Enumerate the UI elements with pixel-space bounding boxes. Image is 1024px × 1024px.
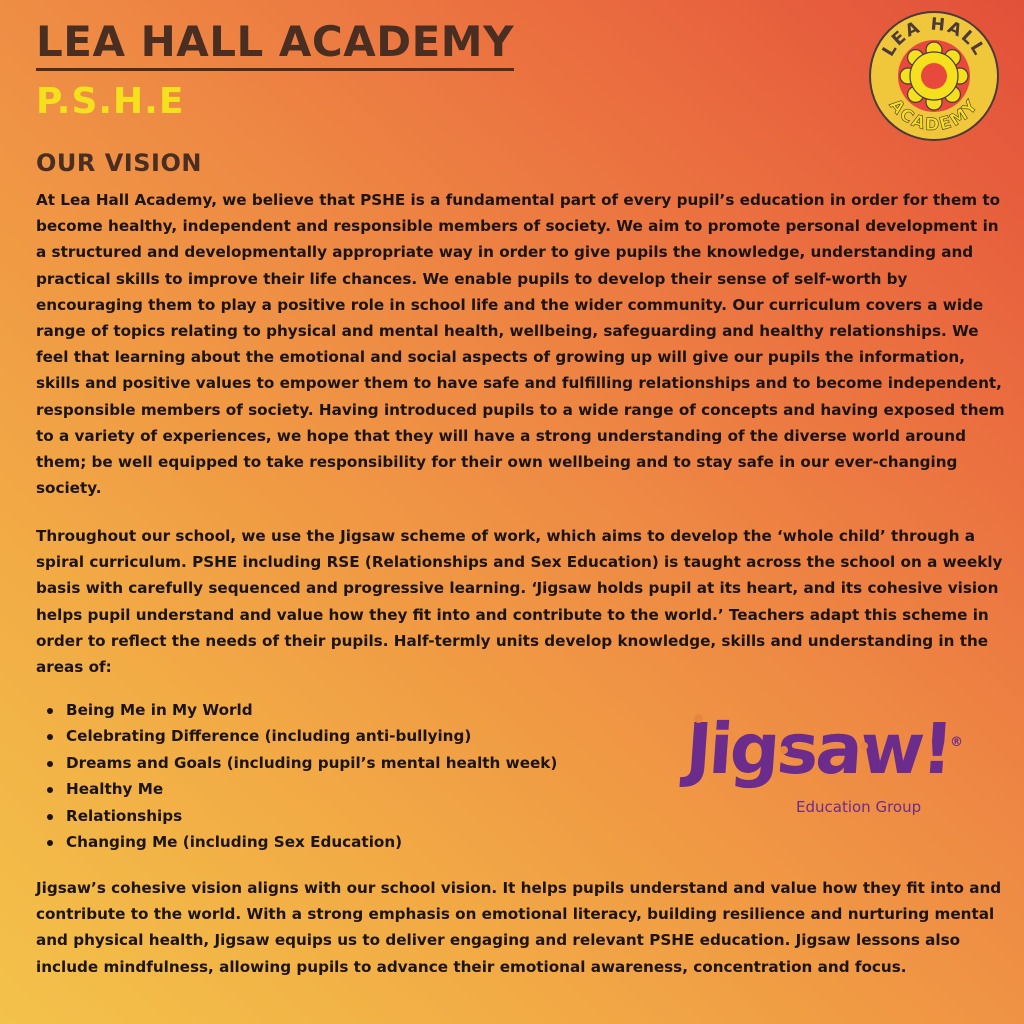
list-item: Changing Me (including Sex Education)	[46, 829, 557, 855]
list-item: Relationships	[46, 803, 557, 829]
topic-list: Being Me in My World Celebrating Differe…	[36, 697, 557, 855]
puzzle-piece-icon	[860, 742, 868, 750]
vision-paragraph-3: Jigsaw’s cohesive vision aligns with our…	[36, 879, 1002, 976]
vision-heading: OUR VISION	[36, 149, 202, 177]
vision-paragraph-1: At Lea Hall Academy, we believe that PSH…	[36, 191, 1005, 498]
vision-paragraph-2: Throughout our school, we use the Jigsaw…	[36, 527, 1003, 677]
registered-mark: ®	[950, 735, 963, 750]
list-item: Celebrating Difference (including anti-b…	[46, 723, 557, 749]
jigsaw-logo: Jigsaw! ® Education Group	[683, 706, 970, 822]
school-logo: LEA HALL ACADEMY	[866, 8, 1002, 144]
puzzle-piece-icon	[694, 714, 703, 723]
subject-title: P.S.H.E	[36, 81, 185, 122]
list-item: Healthy Me	[46, 776, 557, 802]
sunburst-puzzle-logo-icon: LEA HALL ACADEMY	[869, 11, 999, 141]
school-name-heading: LEA HALL ACADEMY	[36, 16, 514, 71]
list-item: Dreams and Goals (including pupil’s ment…	[46, 750, 557, 776]
puzzle-piece-icon	[780, 746, 788, 754]
jigsaw-caption: Education Group	[796, 798, 922, 816]
jigsaw-wordmark: Jigsaw!	[683, 708, 954, 790]
list-item: Being Me in My World	[46, 697, 557, 723]
